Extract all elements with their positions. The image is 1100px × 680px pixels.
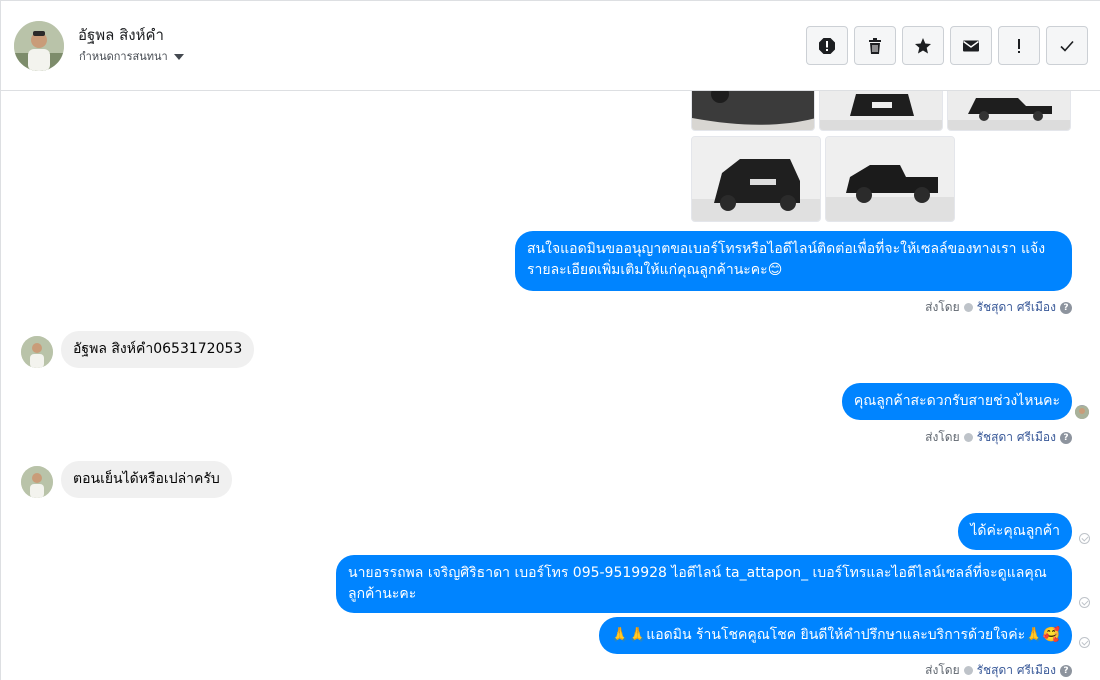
outgoing-message: ได้ค่ะคุณลูกค้า	[958, 513, 1072, 550]
car-photo-side[interactable]	[947, 91, 1071, 131]
trash-icon	[869, 37, 881, 54]
agent-avatar-icon	[963, 303, 973, 312]
delivered-check-icon	[1079, 533, 1090, 544]
contact-avatar-small	[21, 466, 53, 498]
agent-name[interactable]: รัชสุดา ศรีเมือง	[977, 661, 1056, 680]
incoming-message: อัฐพล สิงห์คำ0653172053	[61, 331, 255, 368]
car-photo-interior[interactable]	[691, 91, 815, 131]
outgoing-message: นายอรรถพล เจริญศิริธาดา เบอร์โทร 095-951…	[336, 555, 1072, 613]
sent-by-prefix: ส่งโดย	[925, 430, 960, 444]
conversation-actions	[806, 26, 1088, 65]
car-photo-front-angle[interactable]	[691, 136, 821, 222]
delete-button[interactable]	[854, 26, 896, 65]
delivered-check-icon	[1079, 637, 1090, 648]
exclamation-icon	[1018, 38, 1020, 53]
conversation-panel: อัฐพล สิงห์คำ กำหนดการสนทนา สนใจแอดมินขอ…	[0, 0, 1100, 680]
sent-by-prefix: ส่งโดย	[925, 663, 960, 677]
caret-down-icon	[173, 53, 184, 60]
help-icon[interactable]: ?	[1060, 664, 1072, 677]
follow-up-button[interactable]	[998, 26, 1040, 65]
sent-by-prefix: ส่งโดย	[925, 300, 960, 314]
agent-avatar-icon	[963, 433, 973, 442]
message-text: ได้ค่ะคุณลูกค้า	[970, 523, 1060, 539]
help-icon[interactable]: ?	[1060, 431, 1072, 444]
message-text: คุณลูกค้าสะดวกรับสายช่วงไหนคะ	[853, 393, 1060, 409]
agent-name[interactable]: รัชสุดา ศรีเมือง	[977, 428, 1056, 447]
incoming-message: ตอนเย็นได้หรือเปล่าครับ	[61, 461, 232, 498]
message-text: นายอรรถพล เจริญศิริธาดา เบอร์โทร 095-951…	[348, 565, 1047, 602]
help-icon[interactable]: ?	[1060, 301, 1072, 314]
assign-label: กำหนดการสนทนา	[79, 50, 168, 63]
contact-name[interactable]: อัฐพล สิงห์คำ	[78, 23, 164, 47]
delivered-check-icon	[1079, 597, 1090, 608]
mark-spam-button[interactable]	[806, 26, 848, 65]
contact-avatar[interactable]	[14, 21, 64, 71]
outgoing-message: สนใจแอดมินขออนุญาตขอเบอร์โทรหรือไอดีไลน์…	[515, 231, 1072, 291]
message-text: สนใจแอดมินขออนุญาตขอเบอร์โทรหรือไอดีไลน์…	[527, 241, 1046, 278]
checkmark-icon	[1060, 40, 1074, 52]
star-button[interactable]	[902, 26, 944, 65]
mark-unread-button[interactable]	[950, 26, 992, 65]
car-photo-front[interactable]	[819, 91, 943, 131]
outgoing-message: 🙏🙏แอดมิน ร้านโชคคูณโชค ยินดีให้คำปรึกษาแ…	[599, 617, 1072, 654]
sent-by-label: ส่งโดย รัชสุดา ศรีเมือง ?	[925, 298, 1072, 317]
assign-conversation-dropdown[interactable]: กำหนดการสนทนา	[79, 47, 184, 65]
star-icon	[915, 37, 931, 53]
agent-avatar-icon	[963, 666, 973, 675]
sent-by-label: ส่งโดย รัชสุดา ศรีเมือง ?	[925, 661, 1072, 680]
agent-name[interactable]: รัชสุดา ศรีเมือง	[977, 298, 1056, 317]
outgoing-message: คุณลูกค้าสะดวกรับสายช่วงไหนคะ	[841, 383, 1072, 420]
message-text: ตอนเย็นได้หรือเปล่าครับ	[73, 471, 220, 487]
sent-by-label: ส่งโดย รัชสุดา ศรีเมือง ?	[925, 428, 1072, 447]
mark-done-button[interactable]	[1046, 26, 1088, 65]
car-photo-profile[interactable]	[825, 136, 955, 222]
message-thread[interactable]: สนใจแอดมินขออนุญาตขอเบอร์โทรหรือไอดีไลน์…	[1, 91, 1100, 680]
spam-icon	[819, 37, 835, 54]
conversation-header: อัฐพล สิงห์คำ กำหนดการสนทนา	[1, 1, 1100, 91]
message-text: อัฐพล สิงห์คำ0653172053	[73, 341, 243, 357]
message-text: 🙏🙏แอดมิน ร้านโชคคูณโชค ยินดีให้คำปรึกษาแ…	[611, 627, 1060, 643]
seen-avatar	[1075, 405, 1089, 419]
envelope-icon	[963, 40, 979, 51]
contact-avatar-small	[21, 336, 53, 368]
